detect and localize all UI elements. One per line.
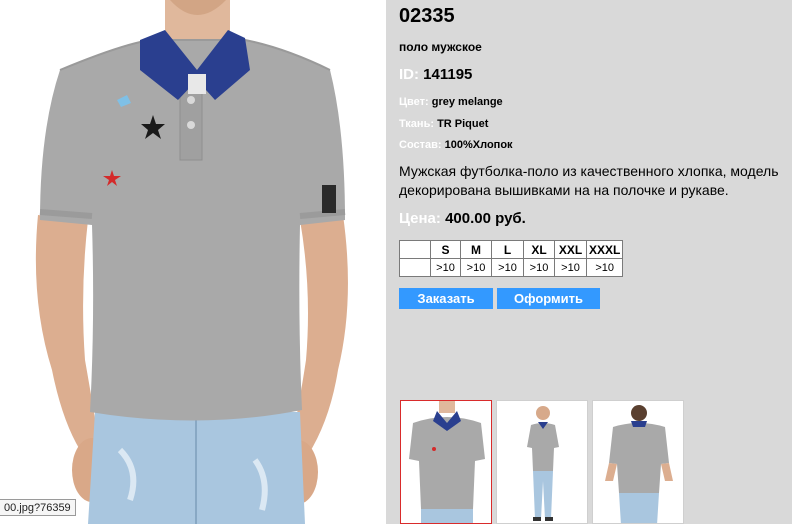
checkout-button[interactable]: Оформить xyxy=(497,288,600,309)
size-stock-cell: >10 xyxy=(523,258,555,277)
thumbnail-image xyxy=(497,401,587,523)
product-id-label: ID: xyxy=(399,66,419,83)
size-header-cell[interactable]: XXXL xyxy=(585,240,624,259)
composition-label: Состав: xyxy=(399,139,442,151)
fabric-value: TR Piquet xyxy=(437,118,489,130)
fabric-row: Ткань: TR Piquet xyxy=(399,118,488,130)
size-stock-cell: >10 xyxy=(460,258,492,277)
size-header-cell[interactable]: XXL xyxy=(554,240,587,259)
product-id-value: 141195 xyxy=(423,66,473,83)
product-code-title: 02335 xyxy=(399,5,455,27)
thumbnail-image xyxy=(401,401,491,523)
size-header-cell xyxy=(399,240,431,259)
thumbnail-image xyxy=(593,401,683,523)
color-row: Цвет: grey melange xyxy=(399,96,503,108)
main-product-photo[interactable]: 00.jpg?76359 xyxy=(0,0,386,524)
size-header-row: S M L XL XXL XXXL xyxy=(399,240,624,259)
order-button[interactable]: Заказать xyxy=(399,288,493,309)
size-stock-cell: >10 xyxy=(585,258,624,277)
size-header-cell[interactable]: L xyxy=(491,240,524,259)
color-label: Цвет: xyxy=(399,96,429,108)
size-header-cell[interactable]: M xyxy=(460,240,492,259)
size-stock-cell: >10 xyxy=(491,258,524,277)
composition-value: 100%Хлопок xyxy=(444,139,513,151)
size-stock-cell: >10 xyxy=(554,258,587,277)
product-info-panel: 02335 поло мужское ID: 141195 Цвет: grey… xyxy=(386,0,792,524)
composition-row: Состав: 100%Хлопок xyxy=(399,139,513,151)
price-value: 400.00 руб. xyxy=(445,210,526,227)
size-stock-cell: >10 xyxy=(430,258,461,277)
status-url-tooltip: 00.jpg?76359 xyxy=(0,499,76,516)
fabric-label: Ткань: xyxy=(399,118,434,130)
product-id-row: ID: 141195 xyxy=(399,66,472,83)
thumbnail-full-body-front[interactable] xyxy=(496,400,588,524)
price-label: Цена: xyxy=(399,210,441,227)
polo-shirt-model-image xyxy=(35,0,348,524)
size-header-cell[interactable]: XL xyxy=(523,240,555,259)
product-type: поло мужское xyxy=(399,40,482,54)
thumbnail-front-closeup[interactable] xyxy=(400,400,492,524)
color-value: grey melange xyxy=(431,96,503,108)
product-description: Мужская футболка-поло из качественного х… xyxy=(399,163,779,198)
price-row: Цена: 400.00 руб. xyxy=(399,210,526,227)
size-stock-row: >10 >10 >10 >10 >10 >10 xyxy=(399,258,624,277)
thumbnail-back-view[interactable] xyxy=(592,400,684,524)
size-header-cell[interactable]: S xyxy=(430,240,461,259)
size-availability-table: S M L XL XXL XXXL >10 >10 >10 >10 >10 >1… xyxy=(399,240,624,277)
size-stock-cell xyxy=(399,258,431,277)
